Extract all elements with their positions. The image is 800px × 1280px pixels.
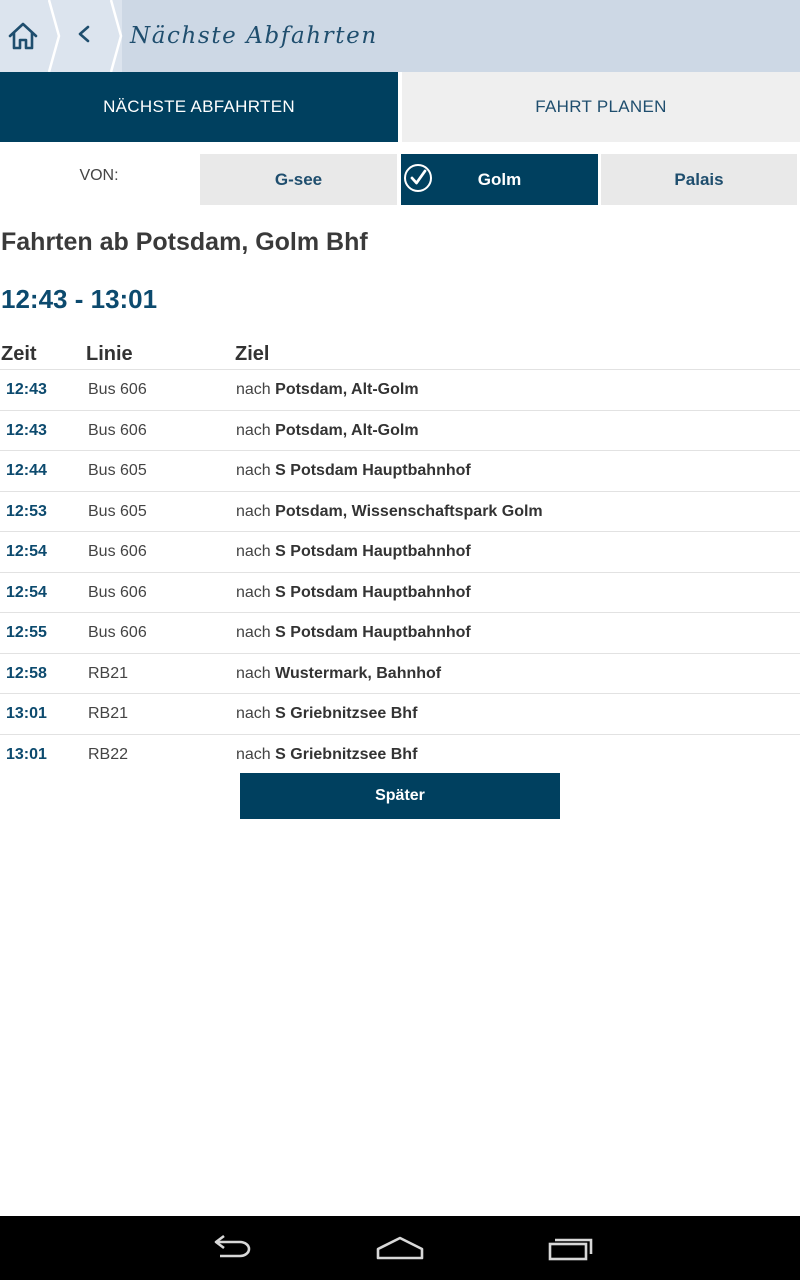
- destination-prefix: nach: [236, 462, 271, 479]
- table-row[interactable]: 12:53 Bus 605 nach Potsdam, Wissenschaft…: [0, 490, 800, 532]
- line-name: Bus 605: [88, 502, 147, 520]
- destination: nach Potsdam, Alt-Golm: [236, 422, 419, 440]
- destination-prefix: nach: [236, 583, 271, 601]
- departure-time: 13:01: [6, 745, 47, 763]
- tab-plan-trip[interactable]: FAHRT PLANEN: [402, 72, 800, 142]
- destination-name: Potsdam, Wissenschaftspark Golm: [275, 502, 543, 520]
- column-header-time: Zeit: [1, 343, 37, 365]
- line-name: Bus 606: [88, 624, 147, 641]
- departures-table: 12:43 Bus 606 nach Potsdam, Alt-Golm 12:…: [0, 369, 800, 774]
- destination-name: S Potsdam Hauptbahnhof: [275, 583, 471, 601]
- line-name: RB21: [88, 664, 129, 682]
- destination: nach S Griebnitzsee Bhf: [236, 746, 417, 764]
- stop-button-palais[interactable]: Palais: [601, 154, 797, 205]
- departure-time: 12:44: [6, 462, 47, 479]
- destination-name: S Griebnitzsee Bhf: [275, 705, 418, 722]
- home-outline-icon[interactable]: [374, 1232, 426, 1264]
- later-button[interactable]: Später: [240, 773, 560, 819]
- departure-time: 12:54: [6, 583, 47, 601]
- departure-time: 13:01: [6, 705, 47, 722]
- departure-time: 12:58: [6, 664, 47, 682]
- destination: nach Potsdam, Wissenschaftspark Golm: [236, 503, 543, 521]
- home-icon[interactable]: [7, 20, 39, 52]
- departure-time: 12:43: [6, 421, 47, 439]
- departure-time: 12:53: [6, 502, 47, 520]
- destination-name: S Potsdam Hauptbahnhof: [275, 624, 471, 641]
- destination-name: Wustermark, Bahnhof: [275, 664, 442, 682]
- line-name: Bus 606: [88, 543, 147, 560]
- destination-prefix: nach: [236, 381, 271, 398]
- tab-next-departures[interactable]: NÄCHSTE ABFAHRTEN: [0, 72, 398, 142]
- checkmark-circle-icon: [404, 164, 432, 192]
- line-name: Bus 606: [88, 421, 147, 439]
- destination-name: S Griebnitzsee Bhf: [275, 745, 418, 763]
- column-header-destination: Ziel: [235, 343, 270, 365]
- system-nav-bar: [0, 1216, 800, 1280]
- destination-name: Potsdam, Alt-Golm: [275, 381, 419, 398]
- destination: nach S Potsdam Hauptbahnhof: [236, 543, 471, 561]
- time-range: 12:43 - 13:01: [1, 284, 158, 314]
- table-row[interactable]: 13:01 RB22 nach S Griebnitzsee Bhf: [0, 733, 800, 775]
- destination: nach S Potsdam Hauptbahnhof: [236, 462, 471, 480]
- page-title: Nächste Abfahrten: [130, 23, 378, 49]
- chevron-left-icon[interactable]: [76, 24, 92, 44]
- crumb-separator: [48, 0, 61, 72]
- back-arrow-icon[interactable]: [204, 1232, 256, 1264]
- destination-name: S Potsdam Hauptbahnhof: [275, 462, 471, 479]
- destination-prefix: nach: [236, 624, 271, 641]
- destination-prefix: nach: [236, 745, 271, 763]
- table-row[interactable]: 12:58 RB21 nach Wustermark, Bahnhof: [0, 652, 800, 694]
- destination: nach S Potsdam Hauptbahnhof: [236, 584, 471, 602]
- line-name: RB22: [88, 745, 129, 763]
- column-header-line: Linie: [86, 343, 133, 365]
- line-name: Bus 605: [88, 462, 147, 479]
- from-label: VON:: [79, 167, 119, 184]
- table-row[interactable]: 12:54 Bus 606 nach S Potsdam Hauptbahnho…: [0, 571, 800, 613]
- destination-prefix: nach: [236, 502, 271, 520]
- destination-prefix: nach: [236, 664, 271, 682]
- table-row[interactable]: 12:55 Bus 606 nach S Potsdam Hauptbahnho…: [0, 612, 800, 653]
- destination: nach S Griebnitzsee Bhf: [236, 705, 417, 723]
- destination: nach Potsdam, Alt-Golm: [236, 381, 419, 399]
- stop-button-gsee[interactable]: G-see: [200, 154, 397, 205]
- departure-time: 12:43: [6, 381, 47, 398]
- table-row[interactable]: 12:43 Bus 606 nach Potsdam, Alt-Golm: [0, 409, 800, 451]
- table-row[interactable]: 13:01 RB21 nach S Griebnitzsee Bhf: [0, 693, 800, 734]
- departure-time: 12:55: [6, 624, 47, 641]
- destination-prefix: nach: [236, 421, 271, 439]
- crumb-separator: [110, 0, 123, 72]
- destination-prefix: nach: [236, 543, 271, 560]
- table-row[interactable]: 12:44 Bus 605 nach S Potsdam Hauptbahnho…: [0, 450, 800, 491]
- destination-name: Potsdam, Alt-Golm: [275, 421, 419, 439]
- destination-prefix: nach: [236, 705, 271, 722]
- action-bar: Nächste Abfahrten: [0, 0, 800, 72]
- table-row[interactable]: 12:54 Bus 606 nach S Potsdam Hauptbahnho…: [0, 531, 800, 572]
- departure-time: 12:54: [6, 543, 47, 560]
- recent-apps-icon[interactable]: [546, 1232, 598, 1264]
- line-name: RB21: [88, 705, 129, 722]
- line-name: Bus 606: [88, 381, 147, 398]
- departures-heading: Fahrten ab Potsdam, Golm Bhf: [1, 228, 368, 256]
- destination: nach Wustermark, Bahnhof: [236, 665, 441, 683]
- destination: nach S Potsdam Hauptbahnhof: [236, 624, 471, 642]
- table-row[interactable]: 12:43 Bus 606 nach Potsdam, Alt-Golm: [0, 369, 800, 410]
- line-name: Bus 606: [88, 583, 147, 601]
- destination-name: S Potsdam Hauptbahnhof: [275, 543, 471, 560]
